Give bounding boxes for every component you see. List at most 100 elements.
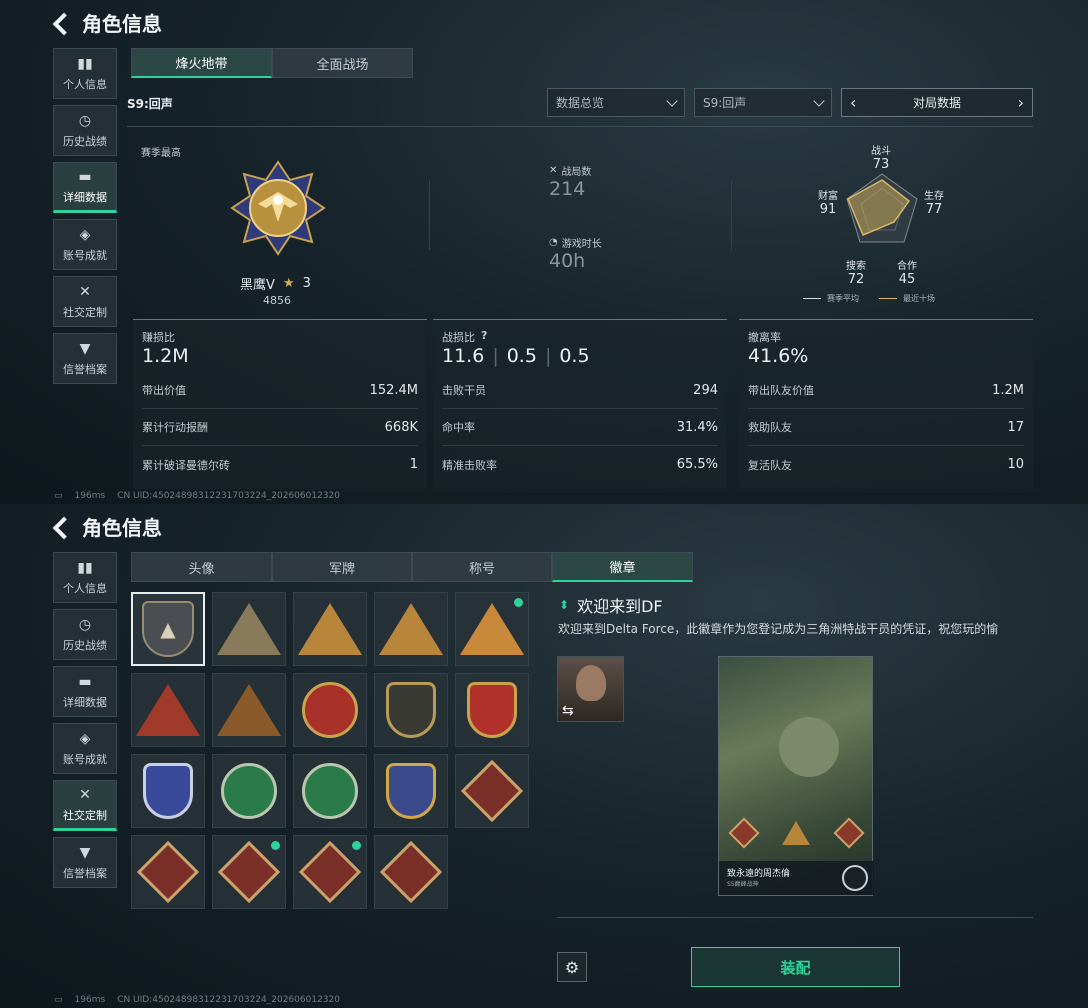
- tab-dogtag[interactable]: 军牌: [272, 552, 412, 582]
- badge-grid: ▲: [131, 592, 529, 909]
- divider: [557, 917, 1033, 918]
- sidebar-item-reputation[interactable]: ▼ 信誉档案: [53, 837, 117, 888]
- badge-slot[interactable]: [374, 592, 448, 666]
- sidebar-item-profile[interactable]: ▮▮ 个人信息: [53, 552, 117, 603]
- badge-slot[interactable]: [455, 592, 529, 666]
- badge-slot[interactable]: [212, 592, 286, 666]
- radar-chart: [846, 173, 918, 243]
- stat-row: 复活队友 10: [748, 457, 1024, 472]
- sidebar-item-achievements[interactable]: ◈ 账号成就: [53, 723, 117, 774]
- badge-slot[interactable]: ▲: [131, 592, 205, 666]
- stat-row: 累计破译曼德尔砖 1: [142, 457, 418, 472]
- chevron-right-icon[interactable]: ›: [1018, 93, 1024, 112]
- badge-slot[interactable]: [131, 835, 205, 909]
- sidebar-item-social[interactable]: ✕ 社交定制: [53, 780, 117, 831]
- badge-slot[interactable]: [374, 673, 448, 747]
- mode-tabs: 烽火地带 全面战场: [131, 48, 413, 78]
- radar-legend: 赛季平均 最近十场: [803, 293, 935, 304]
- divider: [127, 126, 1033, 127]
- uid: CN UID:450248983122317032​24_20260601232…: [117, 491, 340, 501]
- badge-slot[interactable]: [293, 754, 367, 828]
- helicopter-badge-icon: [217, 603, 281, 655]
- tab-warfare[interactable]: 全面战场: [272, 48, 413, 78]
- radar-wealth: 财富 91: [818, 191, 838, 217]
- equip-button[interactable]: 装配: [691, 947, 900, 987]
- stopwatch-icon: ◔: [549, 237, 558, 248]
- settings-gear-icon[interactable]: ⚙: [557, 952, 587, 982]
- radar-combat: 战斗 73: [871, 146, 891, 172]
- badge-slot[interactable]: [293, 835, 367, 909]
- sidebar-item-details[interactable]: ▬ 详细数据: [53, 666, 117, 717]
- rank-info: 黑鹰V ★ 3: [240, 274, 311, 293]
- badge-slot[interactable]: [374, 754, 448, 828]
- sidebar-item-achievements[interactable]: ◈ 账号成就: [53, 219, 117, 270]
- kd-card: 战损比? 11.6 | 0.5 | 0.5 击败干员 294 命中率 31.4% 精准击败率…: [433, 319, 727, 489]
- sidebar-item-profile[interactable]: ▮▮ 个人信息: [53, 48, 117, 99]
- divider: [731, 180, 732, 250]
- new-indicator: [514, 598, 523, 607]
- stat-row: 击败干员 294: [442, 372, 718, 409]
- stat-row: 精准击败率 65.5%: [442, 457, 718, 472]
- sidebar: ▮▮ 个人信息 ◷ 历史战绩 ▬ 详细数据 ◈ 账号成就 ✕ 社交定制 ▼ 信誉档案: [53, 552, 117, 894]
- badge-slot[interactable]: [455, 754, 529, 828]
- badge-slot[interactable]: [293, 673, 367, 747]
- badge-detail-title: ⬍ 欢迎来到DF: [559, 597, 663, 616]
- dragon-badge-icon: [217, 840, 281, 904]
- badge-slot[interactable]: [293, 592, 367, 666]
- sidebar-item-details[interactable]: ▬ 详细数据: [53, 162, 117, 213]
- sidebar-item-social[interactable]: ✕ 社交定制: [53, 276, 117, 327]
- badge-slot[interactable]: [131, 754, 205, 828]
- chevron-left-icon[interactable]: ‹: [850, 93, 856, 112]
- dragon-badge-icon: [833, 817, 865, 849]
- page-title: 角色信息: [82, 516, 162, 540]
- badge-slot[interactable]: [131, 673, 205, 747]
- rank-points: 4856: [263, 294, 291, 307]
- s8-badge-icon: [379, 603, 443, 655]
- stats-panel: 角色信息 ▮▮ 个人信息 ◷ 历史战绩 ▬ 详细数据 ◈ 账号成就 ✕ 社交定制 ▼ 信誉档…: [0, 0, 1088, 504]
- badge-slot[interactable]: [212, 673, 286, 747]
- page-title: 角色信息: [82, 12, 162, 36]
- sidebar-item-history[interactable]: ◷ 历史战绩: [53, 609, 117, 660]
- new-indicator: [352, 841, 361, 850]
- back-arrow-icon[interactable]: [52, 11, 72, 35]
- bar-chart-icon: ▮▮: [77, 559, 93, 576]
- sidebar-item-history[interactable]: ◷ 历史战绩: [53, 105, 117, 156]
- tab-title[interactable]: 称号: [412, 552, 552, 582]
- medal-icon: ◈: [79, 226, 91, 243]
- tab-avatar[interactable]: 头像: [131, 552, 272, 582]
- folder-icon: ▬: [78, 673, 92, 690]
- eagle-shield-badge-icon: [467, 682, 517, 738]
- badge-slot[interactable]: [212, 754, 286, 828]
- badge-slot[interactable]: [455, 673, 529, 747]
- swap-icon[interactable]: ⇆: [562, 703, 574, 719]
- emblem-icon: [842, 865, 868, 891]
- status-footer: ▭ 196ms CN UID:450248983122317032​24_202…: [54, 995, 340, 1005]
- sniper-figure-icon: [779, 717, 839, 777]
- tools-icon: ✕: [79, 283, 91, 300]
- operator-avatar[interactable]: ⇆: [557, 656, 624, 722]
- new-indicator: [271, 841, 280, 850]
- sidebar-item-reputation[interactable]: ▼ 信誉档案: [53, 333, 117, 384]
- badge-panel: 角色信息 ▮▮ 个人信息 ◷ 历史战绩 ▬ 详细数据 ◈ 账号成就 ✕ 社交定制 ▼ 信誉档…: [0, 504, 1088, 1008]
- chevron-down-icon: [813, 94, 825, 107]
- radar-coop: 合作 45: [897, 261, 917, 287]
- bar-chart-icon: ▮▮: [77, 55, 93, 72]
- shield-icon: ▼: [79, 844, 91, 861]
- overview-dropdown[interactable]: 数据总览: [547, 88, 685, 117]
- season-label: S9:回声: [127, 97, 173, 111]
- tab-hazard-zone[interactable]: 烽火地带: [131, 48, 272, 78]
- wolf-badge-icon: [728, 817, 760, 849]
- ping: 196ms: [74, 491, 106, 501]
- season-dropdown[interactable]: S9:回声: [694, 88, 832, 117]
- badge-slot[interactable]: [212, 835, 286, 909]
- green-smg-badge-icon: [302, 763, 358, 819]
- help-icon[interactable]: ?: [481, 329, 487, 345]
- medal-icon: ◈: [79, 730, 91, 747]
- green-rifle-badge-icon: [221, 763, 277, 819]
- folder-icon: ▬: [78, 168, 92, 185]
- wolf-badge-icon: [136, 840, 200, 904]
- back-arrow-icon[interactable]: [52, 515, 72, 539]
- match-data-selector[interactable]: ‹ 对局数据 ›: [841, 88, 1033, 117]
- badge-slot[interactable]: [374, 835, 448, 909]
- tab-badge[interactable]: 徽章: [552, 552, 693, 582]
